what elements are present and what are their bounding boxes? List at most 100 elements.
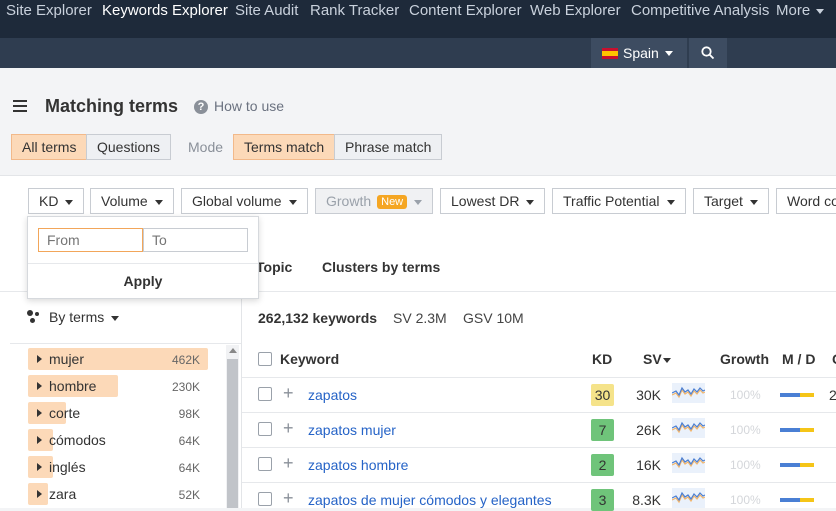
growth-value: 100% — [730, 388, 761, 402]
row-checkbox[interactable] — [258, 492, 272, 506]
word-count-filter[interactable]: Word co — [776, 188, 836, 214]
nav-rank-tracker[interactable]: Rank Tracker — [310, 2, 399, 19]
col-keyword[interactable]: Keyword — [280, 351, 339, 367]
group-by-selector[interactable]: By terms — [49, 309, 120, 325]
clusters-icon — [27, 310, 41, 324]
volume-filter[interactable]: Volume — [90, 188, 174, 214]
md-bar — [780, 498, 814, 502]
global-volume-filter[interactable]: Global volume — [181, 188, 308, 214]
col-sv-label: SV — [643, 351, 662, 367]
help-icon[interactable]: ? — [194, 100, 208, 114]
chevron-down-icon — [665, 51, 673, 56]
row-extra-value: 2 — [829, 387, 836, 403]
phrase-match-button[interactable]: Phrase match — [334, 134, 443, 160]
search-button[interactable] — [689, 38, 727, 68]
add-to-list-icon[interactable]: + — [283, 454, 294, 472]
sv-value: 30K — [636, 387, 661, 403]
apply-button[interactable]: Apply — [28, 273, 258, 289]
md-bar — [780, 393, 814, 397]
nav-web-explorer[interactable]: Web Explorer — [530, 2, 621, 19]
keyword-link[interactable]: zapatos hombre — [308, 457, 408, 473]
country-selector[interactable]: Spain — [591, 38, 687, 68]
nav-content-explorer[interactable]: Content Explorer — [409, 2, 522, 19]
kd-from-input[interactable] — [38, 228, 143, 252]
divider — [242, 377, 836, 378]
term-count: 462K — [171, 353, 200, 367]
add-to-list-icon[interactable]: + — [283, 384, 294, 402]
tab-topic[interactable]: Topic — [256, 259, 292, 275]
sv-total: SV 2.3M — [393, 310, 447, 326]
divider — [242, 447, 836, 448]
add-to-list-icon[interactable]: + — [283, 419, 294, 437]
divider — [242, 482, 836, 483]
chevron-right-icon[interactable] — [37, 355, 42, 363]
col-sv[interactable]: SV — [643, 351, 671, 367]
term-label: cómodos — [49, 432, 106, 448]
keyword-link[interactable]: zapatos — [308, 387, 357, 403]
terms-match-button[interactable]: Terms match — [233, 134, 336, 160]
spain-flag-icon — [602, 48, 618, 59]
divider — [242, 412, 836, 413]
scroll-up-icon[interactable] — [229, 348, 237, 353]
add-to-list-icon[interactable]: + — [283, 489, 294, 507]
keyword-link[interactable]: zapatos mujer — [308, 422, 396, 438]
term-count: 64K — [178, 434, 200, 448]
scrollbar-thumb[interactable] — [227, 359, 238, 508]
tab-clusters-by-terms[interactable]: Clusters by terms — [322, 259, 440, 275]
select-all-checkbox[interactable] — [258, 352, 272, 366]
volume-filter-label: Volume — [101, 193, 148, 209]
kd-badge: 7 — [591, 419, 614, 441]
term-label: inglés — [49, 459, 86, 475]
col-md[interactable]: M / D — [782, 351, 815, 367]
nav-more[interactable]: More — [776, 2, 825, 19]
trend-sparkline — [672, 488, 705, 508]
col-extra[interactable]: C — [832, 351, 836, 367]
keywords-count: 262,132 keywords — [258, 310, 378, 326]
chevron-right-icon[interactable] — [37, 409, 42, 417]
growth-value: 100% — [730, 458, 761, 472]
nav-site-audit[interactable]: Site Audit — [235, 2, 298, 19]
nav-site-explorer[interactable]: Site Explorer — [6, 2, 92, 19]
chevron-down-icon — [288, 199, 297, 205]
md-bar — [780, 463, 814, 467]
how-to-use-link[interactable]: How to use — [214, 98, 284, 114]
chevron-right-icon[interactable] — [37, 463, 42, 471]
kd-to-input[interactable] — [143, 228, 248, 252]
all-terms-button[interactable]: All terms — [11, 134, 88, 160]
term-count: 52K — [178, 488, 200, 502]
divider — [10, 343, 241, 344]
target-filter[interactable]: Target — [693, 188, 769, 214]
chevron-down-icon — [154, 199, 163, 205]
trend-sparkline — [672, 383, 705, 403]
group-by-label: By terms — [49, 309, 105, 325]
kd-badge: 2 — [591, 454, 614, 476]
growth-filter[interactable]: Growth New — [315, 188, 434, 214]
traffic-potential-filter[interactable]: Traffic Potential — [552, 188, 686, 214]
chevron-right-icon[interactable] — [37, 490, 42, 498]
growth-value: 100% — [730, 423, 761, 437]
chevron-right-icon[interactable] — [37, 436, 42, 444]
col-growth[interactable]: Growth — [720, 351, 769, 367]
nav-keywords-explorer[interactable]: Keywords Explorer — [102, 2, 228, 19]
chevron-down-icon — [526, 199, 535, 205]
kd-filter-label: KD — [39, 193, 59, 209]
scrollbar[interactable] — [226, 345, 239, 508]
row-checkbox[interactable] — [258, 457, 272, 471]
gsv-total: GSV 10M — [463, 310, 524, 326]
kd-filter[interactable]: KD — [28, 188, 85, 214]
nav-competitive-analysis[interactable]: Competitive Analysis — [631, 2, 769, 19]
row-checkbox[interactable] — [258, 387, 272, 401]
questions-button[interactable]: Questions — [86, 134, 172, 160]
row-checkbox[interactable] — [258, 422, 272, 436]
keyword-link[interactable]: zapatos de mujer cómodos y elegantes — [308, 492, 552, 508]
chevron-down-icon — [65, 199, 74, 205]
global-volume-filter-label: Global volume — [192, 193, 282, 209]
col-kd[interactable]: KD — [592, 351, 612, 367]
menu-icon[interactable] — [13, 100, 27, 112]
lowest-dr-filter-label: Lowest DR — [451, 193, 520, 209]
chevron-right-icon[interactable] — [37, 382, 42, 390]
chevron-down-icon — [749, 199, 758, 205]
sort-desc-icon — [663, 358, 671, 363]
lowest-dr-filter[interactable]: Lowest DR — [440, 188, 546, 214]
traffic-potential-filter-label: Traffic Potential — [563, 193, 660, 209]
